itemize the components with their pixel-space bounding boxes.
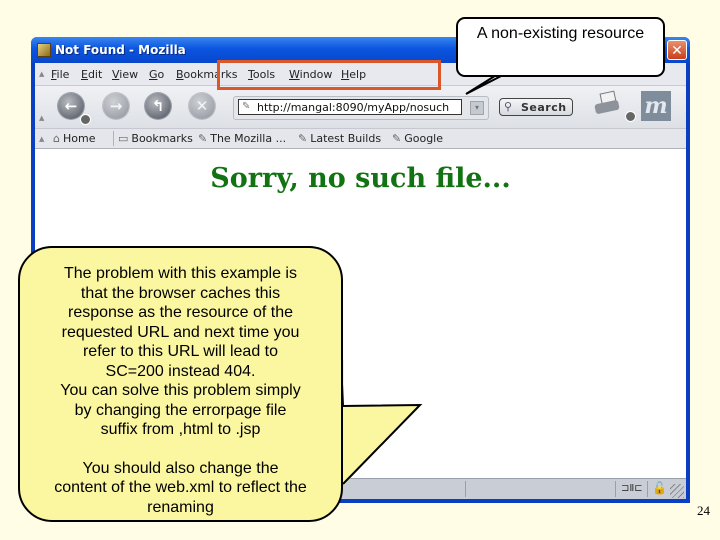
search-button[interactable]: ⚲ Search <box>499 98 573 116</box>
security-lock-icon[interactable]: 🔓 <box>652 481 667 495</box>
mozilla-app-icon <box>37 43 51 57</box>
bookmark-icon: ✎ <box>298 132 308 145</box>
reload-button[interactable]: ↰ <box>145 93 171 119</box>
folder-icon: ▭ <box>118 132 129 145</box>
slide-page-number: 24 <box>697 503 710 518</box>
bookmark-link[interactable]: ✎ Latest Builds <box>298 132 381 145</box>
callout-line: SC=200 instead 404. <box>105 362 256 380</box>
callout-explanation-text: The problem with this example is that th… <box>30 264 331 517</box>
magnifier-icon: ⚲ <box>504 100 513 113</box>
error-heading: Sorry, no such file... <box>210 163 511 194</box>
url-history-dropdown-icon[interactable]: ▾ <box>470 101 484 115</box>
bookmark-icon: ✎ <box>198 132 208 145</box>
bookmarks-grip-icon[interactable]: ▲ <box>39 135 47 143</box>
callout-line: response as the resource of the <box>67 304 294 321</box>
menu-window[interactable]: Window <box>289 68 332 81</box>
menu-bookmarks[interactable]: Bookmarks <box>176 68 237 81</box>
callout-gap <box>30 440 331 459</box>
menu-help[interactable]: Help <box>341 68 366 81</box>
callout-top-text: A non-existing resource <box>476 25 645 42</box>
printer-icon <box>594 99 620 115</box>
menu-tools[interactable]: Tools <box>248 68 275 81</box>
bookmark-home-label: Home <box>62 132 96 145</box>
bookmark-link[interactable]: ✎ The Mozilla ... <box>198 132 286 145</box>
callout-line: You can solve this problem simply <box>60 382 301 399</box>
print-button[interactable] <box>594 90 621 116</box>
menu-file[interactable]: File <box>51 68 69 81</box>
callout-line: You should also change the <box>82 459 279 477</box>
online-connection-icon[interactable]: ⊐Ⅱ⊏ <box>621 483 643 494</box>
callout-line: The problem with this example is <box>64 265 297 282</box>
callout-non-existing-resource: A non-existing resource <box>456 17 665 77</box>
callout-line: renaming <box>147 498 214 516</box>
forward-button[interactable]: → <box>103 93 129 119</box>
url-input[interactable]: ✎ http://mangal:8090/myApp/nosuch <box>238 99 462 115</box>
url-bar: ✎ http://mangal:8090/myApp/nosuch ▾ <box>233 96 489 120</box>
status-separator <box>647 481 648 497</box>
bookmark-label: Latest Builds <box>310 132 382 145</box>
mozilla-throbber-logo[interactable]: m <box>641 91 671 121</box>
callout-line: requested URL and next time you <box>61 323 300 341</box>
page-proxy-icon[interactable]: ✎ <box>242 101 250 112</box>
callout-line: content of the web.xml to reflect the <box>54 479 307 496</box>
navigation-toolbar: ▲ ← → ↰ ✕ ✎ http://mangal:8090/myApp/nos… <box>35 86 686 129</box>
resize-grip[interactable] <box>670 484 684 498</box>
menubar-grip-icon[interactable]: ▲ <box>39 70 47 78</box>
navbar-grip-icon[interactable]: ▲ <box>39 114 47 122</box>
close-button[interactable]: ✕ <box>667 40 687 60</box>
personal-toolbar: ▲ ⌂ Home ▭ Bookmarks ✎ The Mozilla ... ✎ Lat… <box>35 129 686 149</box>
window-title: Not Found - Mozilla <box>55 43 186 57</box>
status-separator <box>615 481 616 497</box>
callout-line: that the browser caches this <box>80 284 281 302</box>
callout-explanation: The problem with this example is that th… <box>18 246 343 522</box>
callout-line: refer to this URL will lead to <box>82 343 279 360</box>
bookmarks-menu[interactable]: ▭ Bookmarks <box>118 132 193 145</box>
bookmark-label: The Mozilla ... <box>210 132 287 145</box>
back-button[interactable]: ← <box>58 93 84 119</box>
search-label: Search <box>521 101 567 114</box>
stop-button[interactable]: ✕ <box>189 93 215 119</box>
print-dropdown-icon[interactable] <box>625 111 636 122</box>
callout-line: by changing the errorpage file <box>74 401 287 419</box>
callout-line: suffix from ,html to .jsp <box>100 421 261 438</box>
menu-edit[interactable]: Edit <box>81 68 102 81</box>
bookmark-link[interactable]: ✎ Google <box>392 132 443 145</box>
bookmark-icon: ✎ <box>392 132 402 145</box>
bookmarks-menu-label: Bookmarks <box>131 132 193 145</box>
url-text[interactable]: http://mangal:8090/myApp/nosuch <box>257 101 449 114</box>
back-dropdown-icon[interactable] <box>80 114 91 125</box>
menu-view[interactable]: View <box>112 68 138 81</box>
menu-go[interactable]: Go <box>149 68 164 81</box>
bookmark-home[interactable]: ⌂ Home <box>53 132 95 145</box>
status-separator <box>465 481 466 497</box>
toolbar-separator <box>113 131 114 146</box>
bookmark-label: Google <box>404 132 444 145</box>
home-icon: ⌂ <box>53 132 60 145</box>
